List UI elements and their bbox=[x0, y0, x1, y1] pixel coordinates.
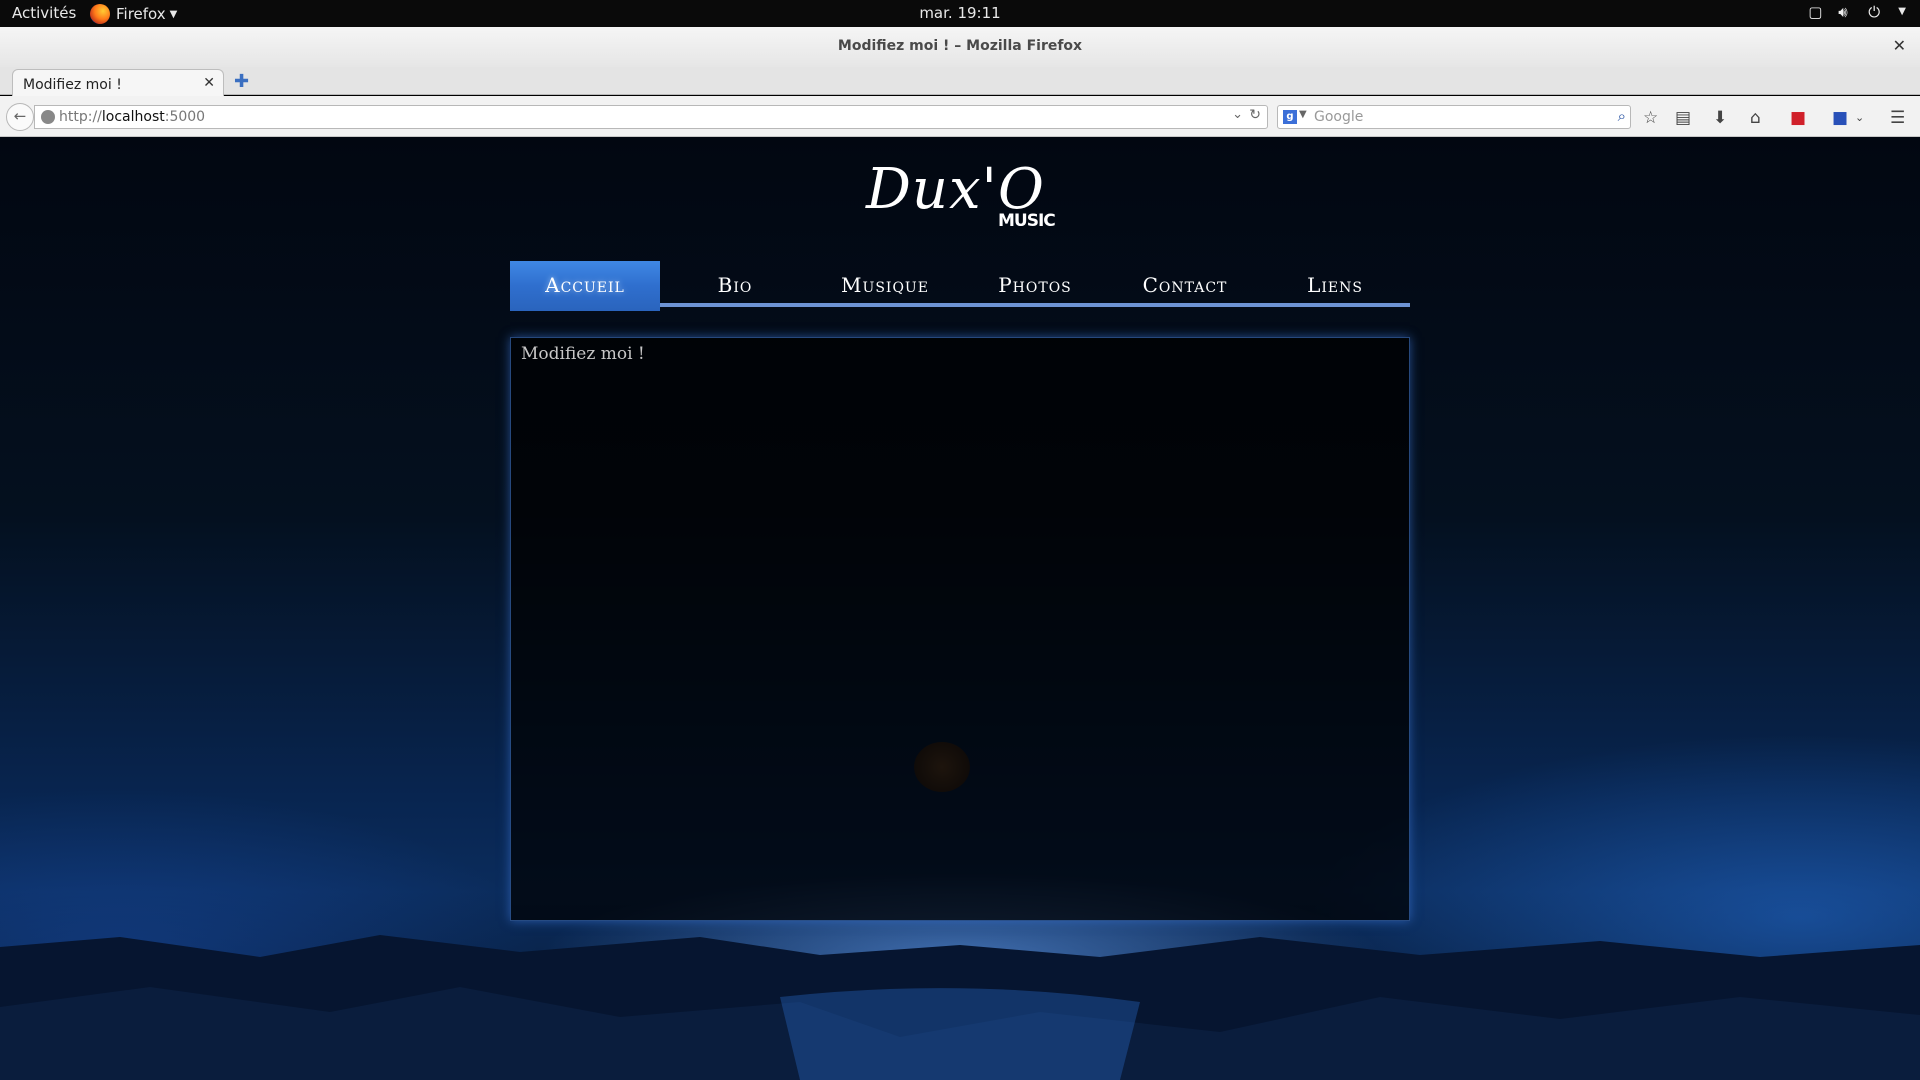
nav-contact[interactable]: Contact bbox=[1110, 261, 1260, 311]
app-menu-label: Firefox bbox=[116, 5, 166, 23]
window-title: Modifiez moi ! – Mozilla Firefox bbox=[837, 38, 1083, 54]
content-text: Modifiez moi ! bbox=[521, 344, 645, 364]
chevron-down-icon[interactable]: ▼ bbox=[1299, 109, 1307, 120]
nav-liens[interactable]: Liens bbox=[1260, 261, 1410, 311]
close-window-icon[interactable]: ✕ bbox=[1893, 36, 1906, 55]
back-button[interactable]: ← bbox=[6, 103, 34, 131]
home-icon[interactable]: ⌂ bbox=[1750, 108, 1761, 128]
activities-button[interactable]: Activités bbox=[12, 4, 76, 22]
chevron-down-icon: ▼ bbox=[169, 8, 178, 20]
search-bar[interactable]: g ▼ Google ⌕ bbox=[1277, 105, 1631, 129]
site-navigation: Accueil Bio Musique Photos Contact Liens bbox=[510, 261, 1410, 311]
chevron-down-icon[interactable]: ▼ bbox=[1898, 6, 1906, 17]
volume-icon[interactable]: 🔊︎ bbox=[1838, 3, 1854, 21]
url-port: :5000 bbox=[164, 109, 206, 125]
nav-musique[interactable]: Musique bbox=[810, 261, 960, 311]
search-icon[interactable]: ⌕ bbox=[1618, 107, 1626, 125]
back-arrow-icon: ← bbox=[13, 107, 27, 125]
nav-photos[interactable]: Photos bbox=[960, 261, 1110, 311]
tab-active[interactable]: Modifiez moi ! ✕ bbox=[12, 69, 224, 96]
window-icon[interactable]: ▢ bbox=[1808, 3, 1824, 21]
site-logo[interactable]: Dux'O MUSIC bbox=[860, 157, 1060, 237]
nav-bio[interactable]: Bio bbox=[660, 261, 810, 311]
url-scheme: http:// bbox=[59, 109, 102, 125]
tab-label: Modifiez moi ! bbox=[23, 77, 122, 93]
addon-icon[interactable]: ■ bbox=[1790, 108, 1806, 128]
history-dropdown-icon[interactable]: ⌄ bbox=[1232, 107, 1243, 122]
search-input[interactable]: Google bbox=[1314, 109, 1363, 125]
site-identity-icon[interactable] bbox=[41, 110, 55, 124]
spellcheck-icon[interactable]: ■ bbox=[1832, 108, 1848, 128]
bookmark-star-icon[interactable]: ☆ bbox=[1643, 108, 1658, 128]
content-panel: Modifiez moi ! bbox=[510, 337, 1410, 921]
power-icon[interactable]: ⏻ bbox=[1868, 3, 1884, 21]
system-tray[interactable]: ▢ 🔊︎ ⏻ ▼ bbox=[1808, 3, 1906, 21]
close-tab-icon[interactable]: ✕ bbox=[203, 75, 215, 91]
navigation-toolbar: ← http://localhost:5000 ⌄ ↻ g ▼ Google ⌕ bbox=[0, 96, 1920, 137]
clock[interactable]: mar. 19:11 bbox=[0, 4, 1920, 22]
reload-icon[interactable]: ↻ bbox=[1249, 107, 1261, 123]
url-bar[interactable]: http://localhost:5000 ⌄ ↻ bbox=[34, 105, 1268, 129]
hamburger-menu-icon[interactable]: ☰ bbox=[1890, 108, 1905, 128]
url-host: localhost bbox=[101, 109, 165, 125]
tab-bar: Modifiez moi ! ✕ ✚ bbox=[0, 67, 1920, 96]
web-page: Dux'O MUSIC Accueil Bio Musique Photos C… bbox=[0, 137, 1920, 1080]
window-titlebar: Modifiez moi ! – Mozilla Firefox ✕ bbox=[0, 27, 1920, 67]
new-tab-icon[interactable]: ✚ bbox=[234, 71, 249, 92]
download-icon[interactable]: ⬇ bbox=[1713, 108, 1727, 128]
reading-list-icon[interactable]: ▤ bbox=[1675, 108, 1691, 128]
logo-subtitle: MUSIC bbox=[998, 211, 1056, 231]
google-engine-icon[interactable]: g bbox=[1283, 110, 1297, 124]
app-menu[interactable]: Firefox ▼ bbox=[90, 4, 177, 24]
system-top-bar: Activités Firefox ▼ mar. 19:11 ▢ 🔊︎ ⏻ ▼ bbox=[0, 0, 1920, 27]
nav-accueil[interactable]: Accueil bbox=[510, 261, 660, 311]
chevron-down-icon[interactable]: ⌄ bbox=[1855, 111, 1864, 124]
firefox-icon bbox=[90, 4, 110, 24]
